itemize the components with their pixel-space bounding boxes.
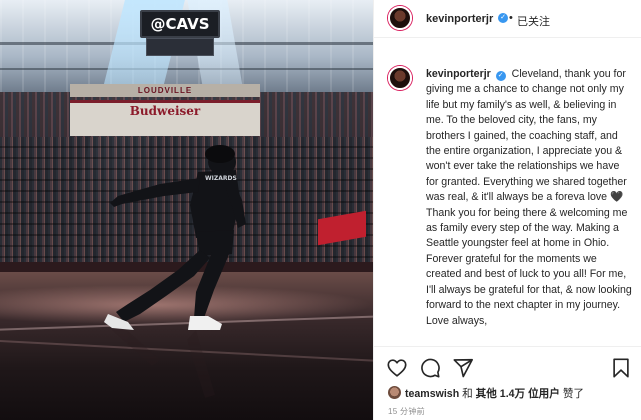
save-button[interactable] xyxy=(610,357,632,379)
likes-text: teamswish 和 其他 1.4万 位用户 赞了 xyxy=(405,386,584,401)
likes-connector: 和 xyxy=(462,388,473,400)
caption-author-username[interactable]: kevinporterjr xyxy=(426,68,491,80)
comment-icon xyxy=(421,358,440,378)
caption-fade xyxy=(374,335,641,345)
post-header: kevinporterjr ✓ • 已关注 xyxy=(374,0,641,38)
likes-summary: teamswish 和 其他 1.4万 位用户 赞了 xyxy=(388,386,638,400)
post-caption: kevinporterjr ✓ Cleveland, thank you for… xyxy=(426,67,634,329)
caption-area: kevinporterjr ✓ Cleveland, thank you for… xyxy=(374,52,641,342)
verified-badge-icon: ✓ xyxy=(498,13,508,23)
comment-button[interactable] xyxy=(419,357,441,379)
author-username[interactable]: kevinporterjr xyxy=(426,13,493,25)
post-photo[interactable]: @CAVS LOUDVILLE Budweiser WIZARDS xyxy=(0,0,373,420)
paper-plane-icon xyxy=(453,358,473,378)
liker-avatar[interactable] xyxy=(388,386,401,399)
right-shoe xyxy=(188,316,222,330)
post-timestamp[interactable]: 15 分钟前 xyxy=(388,406,425,417)
share-button[interactable] xyxy=(452,357,474,379)
player-silhouette: WIZARDS xyxy=(104,145,246,398)
following-status-button[interactable]: 已关注 xyxy=(517,13,550,29)
first-liker-username[interactable]: teamswish xyxy=(405,388,459,400)
likes-suffix: 赞了 xyxy=(562,388,584,400)
heart-icon xyxy=(387,359,407,377)
action-bar xyxy=(374,346,641,386)
caption-text: Cleveland, thank you for giving me a cha… xyxy=(426,68,632,327)
like-button[interactable] xyxy=(386,357,408,379)
separator-dot: • xyxy=(509,12,513,24)
author-avatar[interactable] xyxy=(388,6,412,30)
bookmark-icon xyxy=(613,358,629,378)
verified-badge-icon: ✓ xyxy=(495,71,506,81)
other-likers-link[interactable]: 其他 1.4万 位用户 xyxy=(476,388,560,400)
caption-author-avatar[interactable] xyxy=(388,66,412,90)
jersey-text: WIZARDS xyxy=(205,175,237,182)
post-detail-panel: kevinporterjr ✓ • 已关注 kevinporterjr ✓ Cl… xyxy=(373,0,641,420)
